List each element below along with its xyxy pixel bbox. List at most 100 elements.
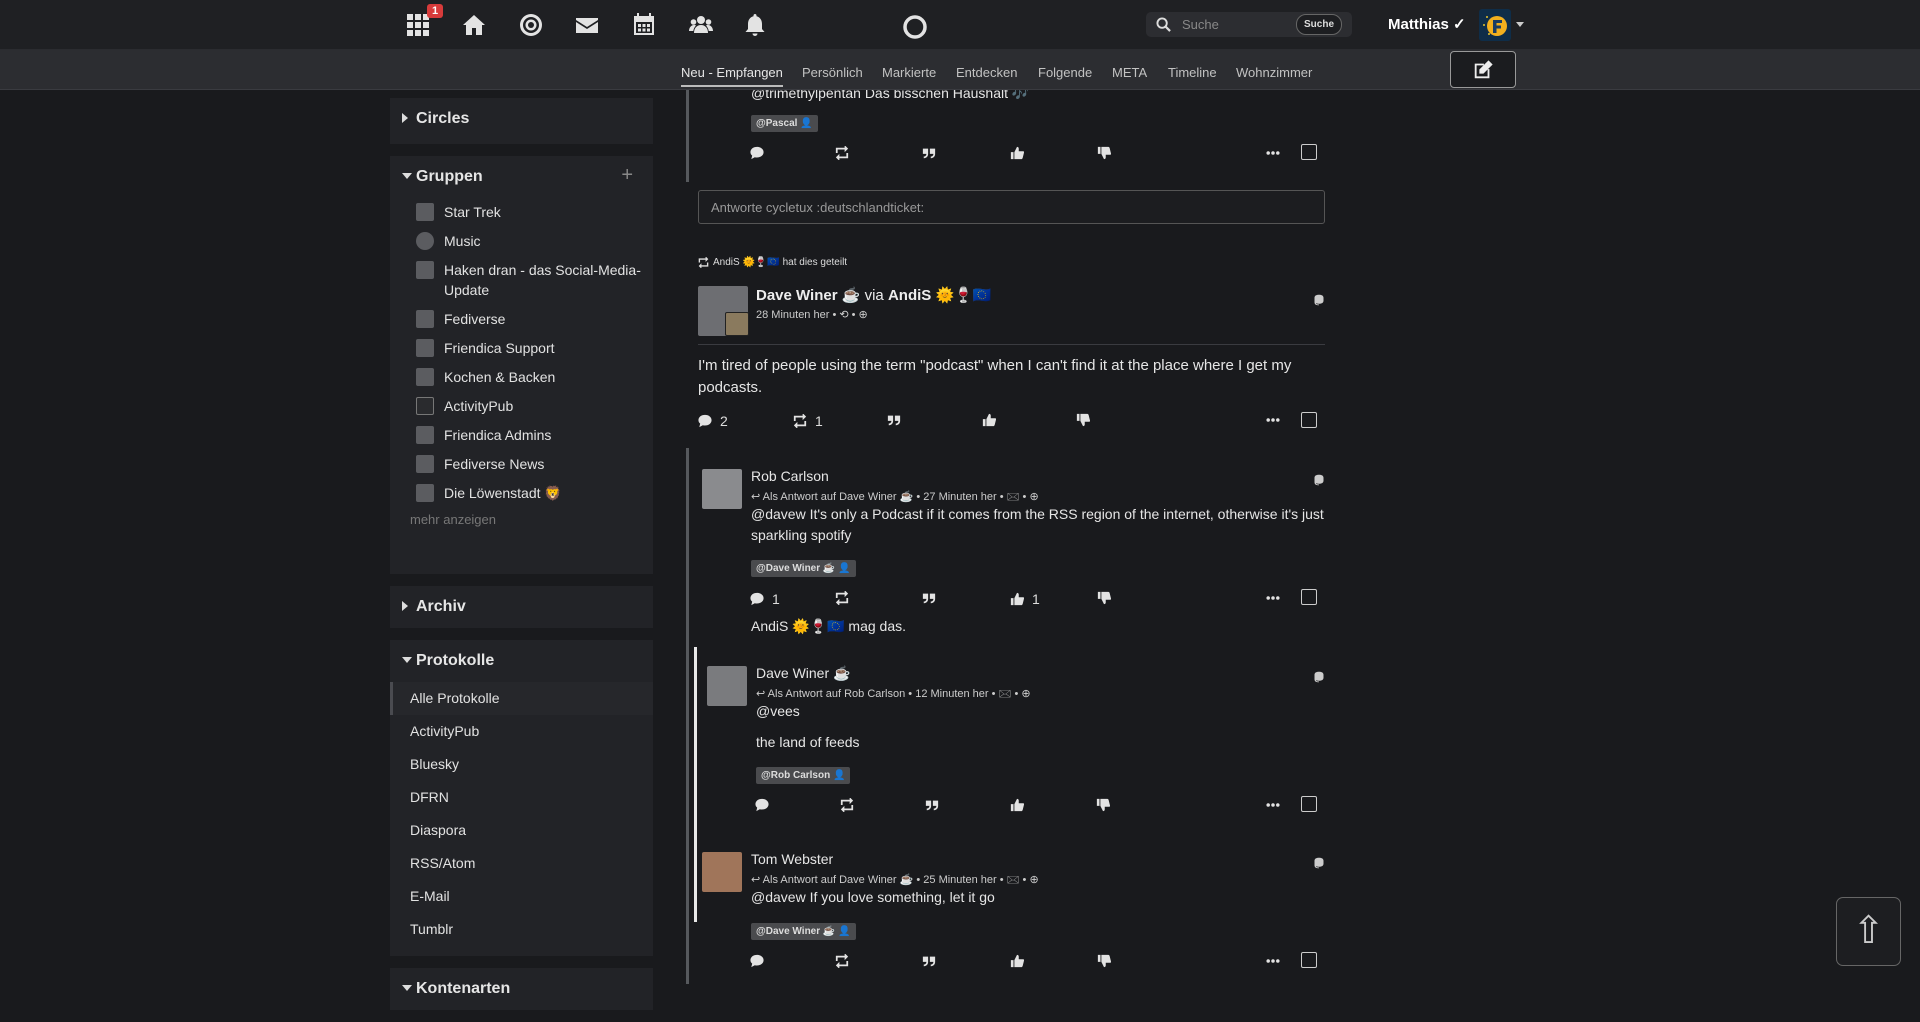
target-icon[interactable] (519, 13, 543, 37)
protocol-item-activitypub[interactable]: ActivityPub (390, 715, 653, 748)
select-checkbox[interactable] (1301, 412, 1317, 428)
users-icon[interactable] (689, 13, 713, 37)
dislike-button[interactable] (1076, 413, 1090, 427)
account-types-header[interactable]: Kontenarten (390, 968, 653, 1010)
group-item[interactable]: Friendica Support (390, 334, 653, 363)
like-button[interactable]: 1 (1010, 591, 1040, 607)
dislike-button[interactable] (1096, 798, 1110, 812)
dislike-button[interactable] (1097, 591, 1111, 605)
tab-meta[interactable]: META (1112, 65, 1147, 80)
mastodon-icon[interactable] (1313, 294, 1325, 306)
reshare-button[interactable] (835, 591, 849, 605)
bell-icon[interactable] (743, 13, 767, 37)
reshare-button[interactable] (835, 954, 849, 968)
compose-button[interactable] (1450, 51, 1516, 88)
tab-timeline[interactable]: Timeline (1168, 65, 1217, 80)
comment-author[interactable]: Tom Webster (751, 851, 833, 867)
group-item[interactable]: Haken dran - das Social-Media-Update (390, 256, 653, 305)
comment-author[interactable]: Dave Winer ☕ (756, 665, 850, 682)
comment-button[interactable]: 1 (750, 591, 780, 607)
comment-author[interactable]: Rob Carlson (751, 468, 829, 484)
mention-tag[interactable]: @Rob Carlson 👤 (756, 767, 851, 784)
home-icon[interactable] (462, 13, 486, 37)
tab-markierte[interactable]: Markierte (882, 65, 936, 80)
group-item[interactable]: Friendica Admins (390, 421, 653, 450)
friendica-logo-icon[interactable] (903, 15, 927, 39)
select-checkbox[interactable] (1301, 589, 1317, 605)
select-checkbox[interactable] (1301, 952, 1317, 968)
reshare-button[interactable]: 1 (793, 413, 823, 429)
circles-header[interactable]: Circles (390, 98, 653, 140)
reshare-button[interactable] (840, 798, 854, 812)
author-name[interactable]: Dave Winer ☕ (756, 287, 860, 304)
comment-button[interactable]: 2 (698, 413, 728, 429)
comment-button[interactable] (750, 146, 764, 160)
groups-header[interactable]: Gruppen + (390, 156, 653, 198)
dislike-button[interactable] (1097, 954, 1111, 968)
mastodon-icon[interactable] (1313, 474, 1325, 486)
like-button[interactable] (1010, 798, 1024, 812)
more-button[interactable] (1266, 413, 1280, 427)
quote-button[interactable] (922, 954, 936, 968)
user-menu-caret-icon[interactable] (1516, 22, 1524, 27)
mention-tag[interactable]: @Pascal 👤 (751, 115, 818, 132)
scroll-to-top-button[interactable]: ⇧ (1836, 897, 1901, 966)
protocol-item-rss[interactable]: RSS/Atom (390, 847, 653, 880)
more-button[interactable] (1266, 146, 1280, 160)
via-author-name[interactable]: AndiS 🌞🍷🇪🇺 (888, 287, 992, 304)
post-time[interactable]: 28 Minuten her (756, 309, 829, 321)
add-group-icon[interactable]: + (621, 164, 633, 187)
user-avatar[interactable] (1479, 9, 1511, 41)
tab-neu-empfangen[interactable]: Neu - Empfangen (681, 65, 783, 87)
dislike-button[interactable] (1097, 146, 1111, 160)
reply-input[interactable] (699, 191, 1324, 223)
protocol-item-all[interactable]: Alle Protokolle (390, 682, 653, 715)
mention-tag[interactable]: @Dave Winer ☕ 👤 (751, 923, 856, 940)
resharer-avatar[interactable] (725, 312, 749, 336)
comment-avatar[interactable] (702, 469, 742, 509)
tab-persoenlich[interactable]: Persönlich (802, 65, 863, 80)
apps-grid-icon[interactable] (406, 13, 430, 37)
protocol-item-dfrn[interactable]: DFRN (390, 781, 653, 814)
group-item[interactable]: Fediverse (390, 305, 653, 334)
more-button[interactable] (1266, 591, 1280, 605)
select-checkbox[interactable] (1301, 796, 1317, 812)
search-input[interactable]: Suche (1182, 17, 1219, 32)
group-item[interactable]: Fediverse News (390, 450, 653, 479)
user-name[interactable]: Matthias ✓ (1388, 15, 1466, 33)
tab-wohnzimmer[interactable]: Wohnzimmer (1236, 65, 1312, 80)
tab-entdecken[interactable]: Entdecken (956, 65, 1017, 80)
like-button[interactable] (1010, 146, 1024, 160)
quote-button[interactable] (925, 798, 939, 812)
comment-button[interactable] (755, 798, 769, 812)
comment-button[interactable] (750, 954, 764, 968)
quote-button[interactable] (887, 413, 901, 427)
envelope-icon[interactable] (575, 13, 599, 37)
show-more-link[interactable]: mehr anzeigen (390, 508, 653, 537)
group-item[interactable]: Die Löwenstadt 🦁 (390, 479, 653, 508)
group-item[interactable]: Music (390, 227, 653, 256)
more-button[interactable] (1266, 954, 1280, 968)
reshare-button[interactable] (835, 146, 849, 160)
calendar-icon[interactable] (632, 13, 656, 37)
protocol-item-diaspora[interactable]: Diaspora (390, 814, 653, 847)
mastodon-icon[interactable] (1313, 857, 1325, 869)
more-button[interactable] (1266, 798, 1280, 812)
reply-box[interactable] (698, 190, 1325, 224)
mastodon-icon[interactable] (1313, 671, 1325, 683)
select-checkbox[interactable] (1301, 144, 1317, 160)
quote-button[interactable] (922, 146, 936, 160)
protocols-header[interactable]: Protokolle (390, 640, 653, 682)
comment-avatar[interactable] (707, 666, 747, 706)
like-button[interactable] (1010, 954, 1024, 968)
protocol-item-bluesky[interactable]: Bluesky (390, 748, 653, 781)
group-item[interactable]: Star Trek (390, 198, 653, 227)
search-button[interactable]: Suche (1296, 14, 1343, 35)
group-item[interactable]: ActivityPub (390, 392, 653, 421)
group-item[interactable]: Kochen & Backen (390, 363, 653, 392)
mention-tag[interactable]: @Dave Winer ☕ 👤 (751, 560, 856, 577)
comment-avatar[interactable] (702, 852, 742, 892)
tab-folgende[interactable]: Folgende (1038, 65, 1092, 80)
protocol-item-tumblr[interactable]: Tumblr (390, 913, 653, 946)
protocol-item-email[interactable]: E-Mail (390, 880, 653, 913)
